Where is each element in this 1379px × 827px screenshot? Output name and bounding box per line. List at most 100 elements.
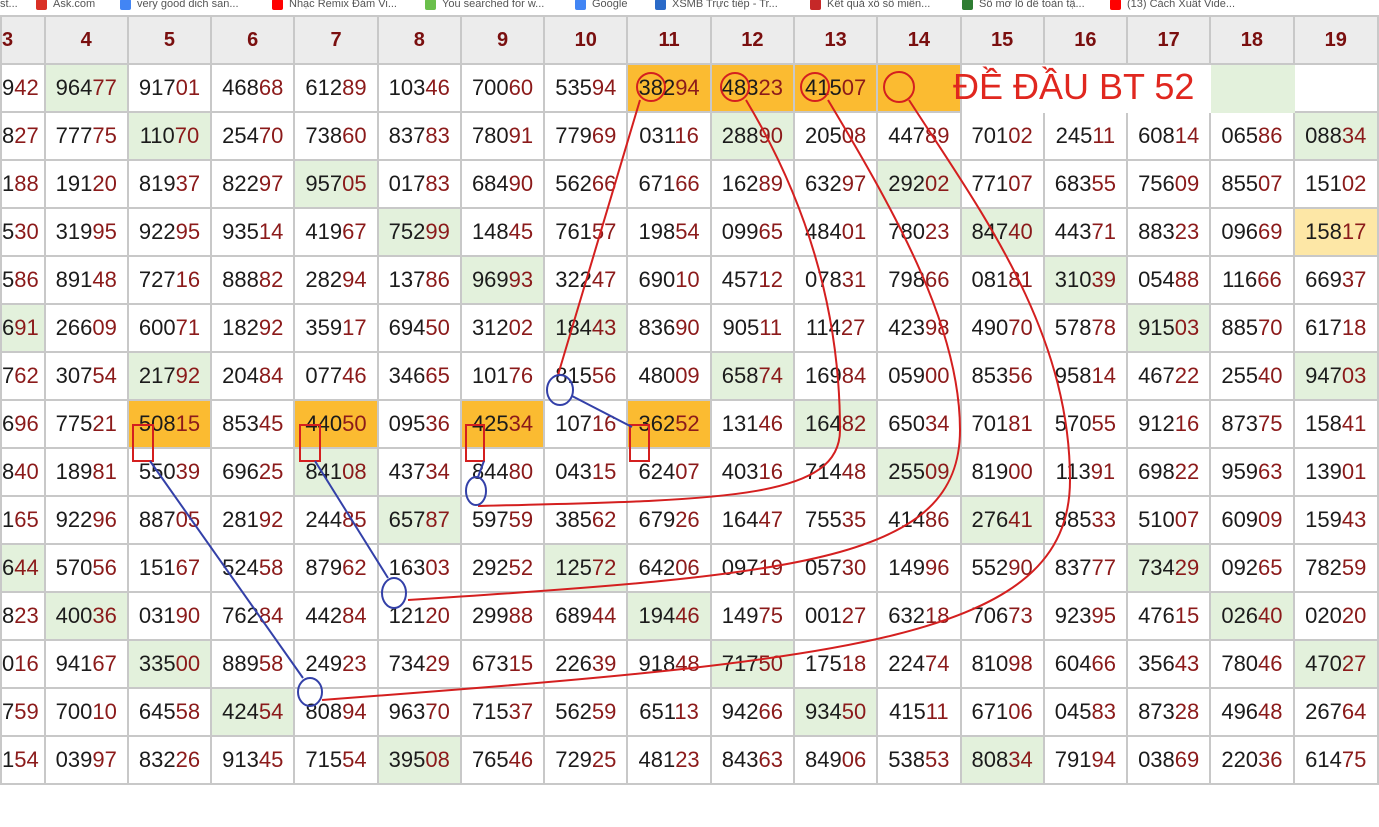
table-cell: 29252: [459, 543, 546, 593]
table-cell: 82297: [210, 159, 296, 209]
table-cell: 188: [0, 159, 46, 209]
table-cell: 83690: [626, 303, 712, 353]
table-cell: 79866: [876, 255, 962, 305]
column-header: 14: [876, 15, 962, 65]
table-cell: 84906: [792, 735, 879, 785]
column-header: 8: [376, 15, 462, 65]
table-cell: 09965: [709, 207, 795, 257]
table-cell: 42454: [210, 687, 296, 737]
bookmark-9[interactable]: (13) Cách Xuất Vide...: [1110, 0, 1235, 12]
table-cell: 942: [0, 63, 46, 113]
bookmark-1[interactable]: Ask.com: [36, 0, 95, 12]
table-cell: 81937: [126, 159, 213, 209]
table-cell: 31039: [1042, 255, 1129, 305]
column-header: 3: [0, 15, 46, 65]
table-cell: 84108: [293, 447, 379, 497]
bookmark-6[interactable]: XSMB Trực tiếp - Tr...: [655, 0, 778, 12]
table-cell: 73860: [293, 111, 379, 161]
table-cell: 45712: [709, 255, 795, 305]
table-cell: 91848: [626, 639, 712, 689]
table-cell: 95814: [1042, 351, 1129, 401]
table-cell: 840: [0, 447, 46, 497]
table-cell: 70181: [959, 399, 1045, 449]
table-cell: 44371: [1042, 207, 1129, 257]
table-cell: 24485: [293, 495, 379, 545]
table-cell: 48323: [709, 63, 795, 113]
table-cell: 33500: [126, 639, 213, 689]
table-cell: 68490: [459, 159, 546, 209]
bookmark-2[interactable]: very good dich san...: [120, 0, 239, 12]
table-cell: 88882: [210, 255, 296, 305]
table-cell: 01783: [376, 159, 462, 209]
table-cell: 00127: [792, 591, 879, 641]
table-cell: 70673: [959, 591, 1045, 641]
table-cell: 03190: [126, 591, 213, 641]
table-cell: 77521: [43, 399, 129, 449]
column-header: 11: [626, 15, 712, 65]
table-cell: 22474: [876, 639, 962, 689]
table-cell: 19854: [626, 207, 712, 257]
table-cell: 14845: [459, 207, 546, 257]
table-row: 759 70010 64558 42454 80894 96370 71537 56259 65…: [0, 687, 1379, 737]
table-cell: 016: [0, 639, 46, 689]
table-cell: 69625: [210, 447, 296, 497]
table-cell: 07746: [293, 351, 379, 401]
table-cell: 64558: [126, 687, 213, 737]
table-cell: 55290: [959, 543, 1045, 593]
table-cell: 41511: [876, 687, 962, 737]
bookmark-3[interactable]: Nhạc Remix Đám Vi...: [272, 0, 397, 12]
table-cell: 85356: [959, 351, 1045, 401]
table-cell: 65113: [626, 687, 712, 737]
table-cell: 09265: [1209, 543, 1295, 593]
table-cell: 40316: [709, 447, 795, 497]
table-cell: 50815: [126, 399, 213, 449]
table-cell: 26764: [1292, 687, 1379, 737]
bookmark-label: Kết quả xổ số miền...: [827, 0, 931, 10]
table-cell: 07831: [792, 255, 879, 305]
bookmark-label: Nhạc Remix Đám Vi...: [289, 0, 397, 10]
table-cell: 31995: [43, 207, 129, 257]
table-cell: 53594: [543, 63, 629, 113]
table-cell: 73429: [1126, 543, 1212, 593]
table-cell: 95705: [293, 159, 379, 209]
column-header: 16: [1042, 15, 1129, 65]
table-cell: 44789: [876, 111, 962, 161]
table-cell: 88570: [1209, 303, 1295, 353]
bookmark-7[interactable]: Kết quả xổ số miền...: [810, 0, 930, 12]
table-cell: 92295: [126, 207, 213, 257]
table-cell: 70102: [959, 111, 1045, 161]
table-cell: 16447: [709, 495, 795, 545]
table-cell: 69010: [626, 255, 712, 305]
column-header: 9: [459, 15, 546, 65]
table-cell: 61289: [293, 63, 379, 113]
table-cell: 89148: [43, 255, 129, 305]
table-cell: 52458: [210, 543, 296, 593]
table-cell: 84480: [459, 447, 546, 497]
table-cell: 56259: [543, 687, 629, 737]
table-cell: 63297: [792, 159, 879, 209]
table-cell: 60071: [126, 303, 213, 353]
bookmark-label: st...: [0, 0, 18, 10]
bookmark-favicon-icon: [655, 0, 666, 10]
table-cell: 67106: [959, 687, 1045, 737]
table-cell: 22036: [1209, 735, 1295, 785]
table-cell: 15817: [1292, 207, 1379, 257]
table-cell: 154: [0, 735, 46, 785]
table-cell: 42534: [459, 399, 546, 449]
table-cell: 696: [0, 399, 46, 449]
table-row: 016 94167 33500 88958 24923 73429 67315 22639 91…: [0, 639, 1379, 689]
bookmark-0[interactable]: st...: [0, 0, 18, 12]
table-cell: 15167: [126, 543, 213, 593]
table-cell: 762: [0, 351, 46, 401]
table-cell: 759: [0, 687, 46, 737]
bookmark-4[interactable]: You searched for w...: [425, 0, 544, 12]
bookmark-8[interactable]: Sổ mơ lô đề toàn tậ...: [962, 0, 1085, 12]
table-cell: 71537: [459, 687, 546, 737]
table-cell: 59759: [459, 495, 546, 545]
table-cell: 51007: [1126, 495, 1212, 545]
column-header: 13: [792, 15, 879, 65]
bookmarks-bar: st... Ask.com very good dich san... Nhạc Re…: [0, 0, 1379, 13]
bookmark-5[interactable]: Google: [575, 0, 627, 12]
column-header: 18: [1209, 15, 1295, 65]
table-cell: 18292: [210, 303, 296, 353]
